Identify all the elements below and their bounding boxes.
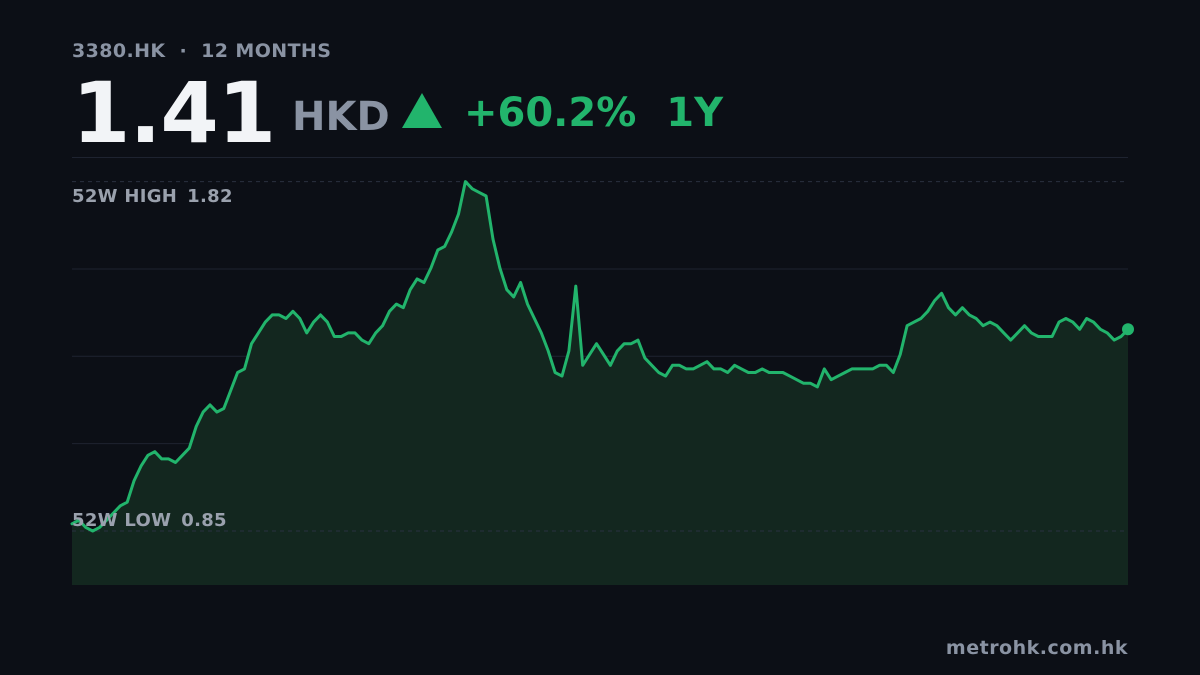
currency-code: HKD bbox=[292, 94, 390, 140]
price-change: +60.2% 1Y bbox=[402, 91, 723, 135]
high-reference-label: 52W HIGH 1.82 bbox=[72, 187, 233, 207]
last-price: 1.41 bbox=[72, 64, 276, 162]
low-label-text: 52W LOW bbox=[72, 510, 172, 531]
change-period: 1Y bbox=[666, 90, 724, 136]
ticker-symbol: 3380.HK bbox=[72, 40, 166, 62]
meta-separator: · bbox=[179, 40, 188, 62]
header-divider bbox=[72, 157, 1128, 158]
up-triangle-icon bbox=[402, 93, 442, 128]
low-reference-label: 52W LOW 0.85 bbox=[72, 511, 227, 531]
change-percent: +60.2% bbox=[464, 90, 637, 136]
last-price-point bbox=[1122, 323, 1134, 336]
source-footer: metrohk.com.hk bbox=[945, 637, 1128, 659]
chart-meta: 3380.HK · 12 MONTHS bbox=[72, 40, 331, 62]
high-value: 1.82 bbox=[187, 186, 233, 207]
price-area-fill bbox=[72, 181, 1128, 585]
high-label-text: 52W HIGH bbox=[72, 186, 178, 207]
period-label: 12 MONTHS bbox=[201, 40, 332, 62]
low-value: 0.85 bbox=[181, 510, 227, 531]
